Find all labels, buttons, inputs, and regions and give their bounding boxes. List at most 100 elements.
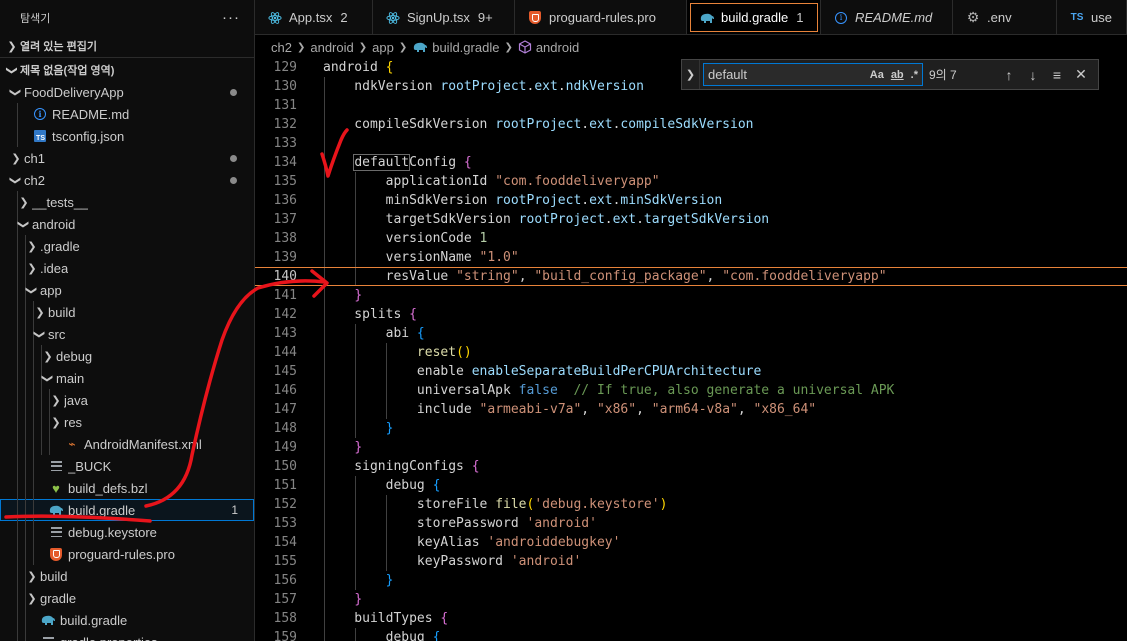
breadcrumb-item[interactable]: android [536, 40, 579, 55]
chevron-right-icon[interactable]: ❯ [32, 304, 48, 320]
tree-item[interactable]: i README.md [0, 103, 254, 125]
tree-item[interactable]: ❯ __tests__ [0, 191, 254, 213]
code-token: abi [323, 326, 417, 341]
find-input[interactable] [708, 67, 863, 82]
code-line[interactable]: 159 debug { [255, 628, 1127, 641]
tree-item[interactable]: _BUCK [0, 455, 254, 477]
breadcrumb-item[interactable]: ch2 [271, 40, 292, 55]
code-line[interactable]: 154 keyAlias 'androiddebugkey' [255, 533, 1127, 552]
match-case-toggle[interactable]: Aa [870, 69, 884, 81]
tree-item[interactable]: ❯ res [0, 411, 254, 433]
code-line[interactable]: 141 } [255, 286, 1127, 305]
code-line[interactable]: 157 } [255, 590, 1127, 609]
code-editor[interactable]: 129 android {130 ndkVersion rootProject.e… [255, 58, 1127, 641]
code-line[interactable]: 146 universalApk false // If true, also … [255, 381, 1127, 400]
tree-item[interactable]: ♥ build_defs.bzl [0, 477, 254, 499]
tree-item[interactable]: ❯ ch1 [0, 147, 254, 169]
chevron-right-icon[interactable]: ❯ [16, 194, 32, 210]
chevron-right-icon[interactable]: ❯ [24, 590, 40, 606]
code-line[interactable]: 131 [255, 96, 1127, 115]
code-line[interactable]: 142 splits { [255, 305, 1127, 324]
tree-item[interactable]: ❯ .idea [0, 257, 254, 279]
toggle-replace-button[interactable]: ❯ [682, 60, 700, 89]
code-token: "com.fooddeliveryapp" [722, 269, 887, 284]
code-line[interactable]: 155 keyPassword 'android' [255, 552, 1127, 571]
chevron-right-icon[interactable]: ❯ [8, 150, 24, 166]
chevron-right-icon[interactable]: ❯ [48, 414, 64, 430]
tab-active[interactable]: build.gradle 1 [687, 0, 821, 34]
tab[interactable]: App.tsx 2 [255, 0, 373, 34]
code-line[interactable]: 139 versionName "1.0" [255, 248, 1127, 267]
use-regex-toggle[interactable]: .* [911, 69, 918, 81]
tree-item[interactable]: ❯ java [0, 389, 254, 411]
chevron-right-icon[interactable]: ❯ [24, 260, 40, 276]
tree-item-label: __tests__ [32, 194, 89, 210]
find-in-selection-button[interactable]: ≡ [1045, 63, 1069, 87]
chevron-down-icon[interactable]: ❯ [16, 216, 32, 232]
code-line[interactable]: 137 targetSdkVersion rootProject.ext.tar… [255, 210, 1127, 229]
breadcrumb-item[interactable]: build.gradle [432, 40, 499, 55]
chevron-down-icon[interactable]: ❯ [24, 282, 40, 298]
match-whole-word-toggle[interactable]: ab [891, 69, 904, 81]
tree-item[interactable]: build.gradle [0, 609, 254, 631]
tree-item[interactable]: proguard-rules.pro [0, 543, 254, 565]
chevron-right-icon[interactable]: ❯ [24, 568, 40, 584]
tree-item[interactable]: TS tsconfig.json [0, 125, 254, 147]
tab[interactable]: SignUp.tsx 9+ [373, 0, 515, 34]
tree-item[interactable]: ❯ ch2 [0, 169, 254, 191]
more-actions-icon[interactable]: ··· [222, 9, 240, 26]
code-line[interactable]: 138 versionCode 1 [255, 229, 1127, 248]
tab[interactable]: TS use [1057, 0, 1127, 34]
tree-item[interactable]: ❯ .gradle [0, 235, 254, 257]
code-line[interactable]: 143 abi { [255, 324, 1127, 343]
chevron-down-icon[interactable]: ❯ [8, 172, 24, 188]
code-line[interactable]: 148 } [255, 419, 1127, 438]
open-editors-section[interactable]: ❯ 열려 있는 편집기 [0, 35, 254, 57]
tree-item[interactable]: ❯ gradle [0, 587, 254, 609]
breadcrumb-item[interactable]: android [310, 40, 353, 55]
tree-item[interactable]: ❯ main [0, 367, 254, 389]
tree-item[interactable]: gradle.properties [0, 631, 254, 641]
chevron-right-icon[interactable]: ❯ [40, 348, 56, 364]
tree-item[interactable]: ❯ android [0, 213, 254, 235]
tree-item[interactable]: ❯ src [0, 323, 254, 345]
code-line[interactable]: 144 reset() [255, 343, 1127, 362]
tree-item[interactable]: ❯ build [0, 565, 254, 587]
chevron-down-icon[interactable]: ❯ [8, 84, 24, 100]
code-line[interactable]: 158 buildTypes { [255, 609, 1127, 628]
breadcrumb-item[interactable]: app [372, 40, 394, 55]
code-line[interactable]: 152 storeFile file('debug.keystore') [255, 495, 1127, 514]
tree-item[interactable]: ⌁ AndroidManifest.xml [0, 433, 254, 455]
code-line[interactable]: 156 } [255, 571, 1127, 590]
tree-item[interactable]: ❯ debug [0, 345, 254, 367]
code-line[interactable]: 147 include "armeabi-v7a", "x86", "arm64… [255, 400, 1127, 419]
explorer-header: 탐색기 ··· [0, 0, 254, 35]
code-line[interactable]: 150 signingConfigs { [255, 457, 1127, 476]
code-line[interactable]: 133 [255, 134, 1127, 153]
tab[interactable]: proguard-rules.pro [515, 0, 687, 34]
tab[interactable]: i README.md [821, 0, 953, 34]
code-line[interactable]: 135 applicationId "com.fooddeliveryapp" [255, 172, 1127, 191]
workspace-section[interactable]: ❯ 제목 없음(작업 영역) [0, 59, 254, 81]
previous-match-button[interactable]: ↑ [997, 63, 1021, 87]
code-line[interactable]: 153 storePassword 'android' [255, 514, 1127, 533]
tree-item[interactable]: ❯ app [0, 279, 254, 301]
code-line[interactable]: 136 minSdkVersion rootProject.ext.minSdk… [255, 191, 1127, 210]
code-line[interactable]: 132 compileSdkVersion rootProject.ext.co… [255, 115, 1127, 134]
code-line[interactable]: 134 defaultConfig { [255, 153, 1127, 172]
code-line[interactable]: 145 enable enableSeparateBuildPerCPUArch… [255, 362, 1127, 381]
next-match-button[interactable]: ↓ [1021, 63, 1045, 87]
tab[interactable]: ⚙ .env [953, 0, 1057, 34]
close-find-button[interactable]: ✕ [1069, 63, 1093, 87]
code-line-current[interactable]: 140 resValue "string", "build_config_pac… [255, 267, 1127, 286]
code-line[interactable]: 151 debug { [255, 476, 1127, 495]
chevron-right-icon[interactable]: ❯ [24, 238, 40, 254]
tree-item[interactable]: debug.keystore [0, 521, 254, 543]
chevron-down-icon[interactable]: ❯ [40, 370, 56, 386]
tree-item[interactable]: ❯ FoodDeliveryApp [0, 81, 254, 103]
tree-item[interactable]: ❯ build [0, 301, 254, 323]
code-line[interactable]: 149 } [255, 438, 1127, 457]
chevron-right-icon[interactable]: ❯ [48, 392, 64, 408]
chevron-down-icon[interactable]: ❯ [32, 326, 48, 342]
tree-item-selected[interactable]: build.gradle 1 [0, 499, 254, 521]
